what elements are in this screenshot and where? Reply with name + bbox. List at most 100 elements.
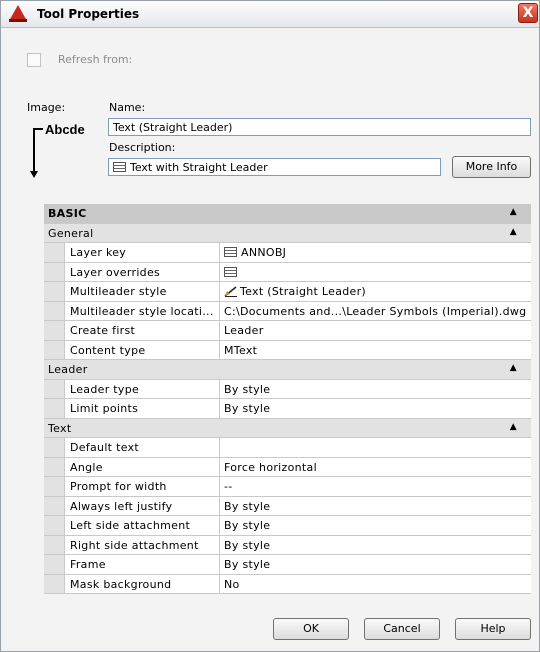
property-value-text: By style	[224, 402, 271, 415]
property-name: Default text	[64, 438, 220, 457]
image-preview: Abcde	[23, 119, 103, 179]
property-row[interactable]: Always left justify By style	[44, 496, 531, 516]
property-name: Layer key	[64, 243, 220, 262]
close-button[interactable]: X	[518, 3, 538, 23]
row-gutter	[44, 399, 64, 418]
more-info-label: More Info	[465, 160, 518, 173]
section-leader[interactable]: Leader ▲	[44, 360, 531, 380]
window-title: Tool Properties	[37, 7, 140, 21]
property-name: Right side attachment	[64, 535, 220, 554]
row-gutter	[44, 262, 64, 281]
category-basic[interactable]: BASIC ▲	[44, 204, 531, 224]
property-value[interactable]	[221, 263, 531, 282]
property-row[interactable]: Right side attachment By style	[44, 535, 531, 555]
collapse-icon[interactable]: ▲	[510, 363, 517, 373]
row-gutter	[44, 555, 64, 574]
row-gutter	[44, 301, 64, 320]
property-name: Mask background	[64, 574, 220, 593]
collapse-icon[interactable]: ▲	[510, 207, 517, 217]
row-gutter	[44, 496, 64, 515]
property-value[interactable]: ANNOBJ	[221, 243, 531, 262]
row-gutter	[44, 477, 64, 496]
help-label: Help	[480, 622, 506, 635]
property-value[interactable]: --	[221, 477, 531, 496]
property-row[interactable]: Multileader style locati... C:\Documents …	[44, 301, 531, 321]
name-field[interactable]: Text (Straight Leader)	[108, 118, 531, 136]
row-gutter	[44, 340, 64, 359]
property-name: Multileader style	[64, 282, 220, 301]
property-value-text: --	[224, 480, 233, 493]
property-value-text: MText	[224, 343, 258, 357]
image-label: Image:	[27, 101, 66, 114]
preview-text: Abcde	[45, 122, 85, 137]
section-label: Leader	[48, 363, 88, 376]
section-general[interactable]: General ▲	[44, 223, 531, 243]
collapse-icon[interactable]: ▲	[510, 422, 517, 432]
property-value[interactable]: Force horizontal	[221, 458, 531, 477]
property-value-text: No	[224, 577, 240, 591]
title-bar: Tool Properties X	[1, 1, 539, 28]
category-basic-label: BASIC	[48, 207, 87, 220]
property-value[interactable]	[221, 438, 531, 457]
property-row[interactable]: Leader type By style	[44, 379, 531, 399]
collapse-icon[interactable]: ▲	[510, 227, 517, 237]
refresh-from-checkbox[interactable]	[27, 53, 41, 67]
leader-arrowhead-icon	[30, 171, 38, 178]
property-value[interactable]: No	[221, 575, 531, 594]
name-value: Text (Straight Leader)	[113, 121, 233, 134]
property-value[interactable]: Leader	[221, 321, 531, 340]
cancel-button[interactable]: Cancel	[364, 618, 440, 640]
property-value[interactable]: By style	[221, 555, 531, 574]
property-value-text: C:\Documents and...\Leader Symbols (Impe…	[224, 304, 527, 318]
property-row[interactable]: Layer overrides	[44, 262, 531, 282]
list-icon	[224, 247, 237, 257]
multileader-icon	[224, 285, 238, 297]
property-value-text: By style	[224, 382, 271, 396]
property-row[interactable]: Prompt for width --	[44, 477, 531, 497]
ok-button[interactable]: OK	[273, 618, 349, 640]
property-row[interactable]: Multileader style Text (Straight Leader)	[44, 282, 531, 302]
tool-properties-dialog: Tool Properties X Refresh from: Image: A…	[0, 0, 540, 652]
property-name: Prompt for width	[64, 477, 220, 496]
property-value-text: By style	[224, 519, 271, 532]
ok-label: OK	[303, 622, 319, 635]
row-gutter	[44, 535, 64, 554]
section-text[interactable]: Text ▲	[44, 418, 531, 438]
more-info-button[interactable]: More Info	[452, 156, 531, 178]
row-gutter	[44, 574, 64, 593]
property-value-text: By style	[224, 538, 271, 552]
property-value[interactable]: By style	[221, 516, 531, 535]
property-row[interactable]: Frame By style	[44, 555, 531, 575]
property-value[interactable]: Text (Straight Leader)	[221, 282, 531, 301]
property-value[interactable]: By style	[221, 399, 531, 418]
property-row[interactable]: Mask background No	[44, 574, 531, 594]
description-value: Text with Straight Leader	[130, 161, 268, 174]
row-gutter	[44, 321, 64, 340]
row-gutter	[44, 457, 64, 476]
row-gutter	[44, 243, 64, 262]
row-gutter	[44, 516, 64, 535]
section-label: General	[48, 226, 94, 240]
property-value[interactable]: By style	[221, 380, 531, 399]
property-row[interactable]: Layer key ANNOBJ	[44, 243, 531, 263]
property-row[interactable]: Create first Leader	[44, 321, 531, 341]
property-row[interactable]: Default text	[44, 438, 531, 458]
property-name: Always left justify	[64, 496, 220, 515]
property-row[interactable]: Angle Force horizontal	[44, 457, 531, 477]
help-button[interactable]: Help	[455, 618, 531, 640]
leader-line-vertical	[33, 128, 35, 174]
property-name: Create first	[64, 321, 220, 340]
description-field[interactable]: Text with Straight Leader	[108, 158, 441, 176]
property-name: Left side attachment	[64, 516, 220, 535]
property-value[interactable]: By style	[221, 497, 531, 516]
list-icon	[224, 266, 237, 277]
property-row[interactable]: Content type MText	[44, 340, 531, 360]
property-value-text: Leader	[224, 324, 264, 337]
property-name: Content type	[64, 340, 220, 359]
property-value[interactable]: By style	[221, 536, 531, 555]
property-value[interactable]: MText	[221, 341, 531, 360]
property-row[interactable]: Left side attachment By style	[44, 516, 531, 536]
property-row[interactable]: Limit points By style	[44, 399, 531, 419]
property-value-text: By style	[224, 558, 271, 571]
property-value[interactable]: C:\Documents and...\Leader Symbols (Impe…	[221, 302, 531, 321]
